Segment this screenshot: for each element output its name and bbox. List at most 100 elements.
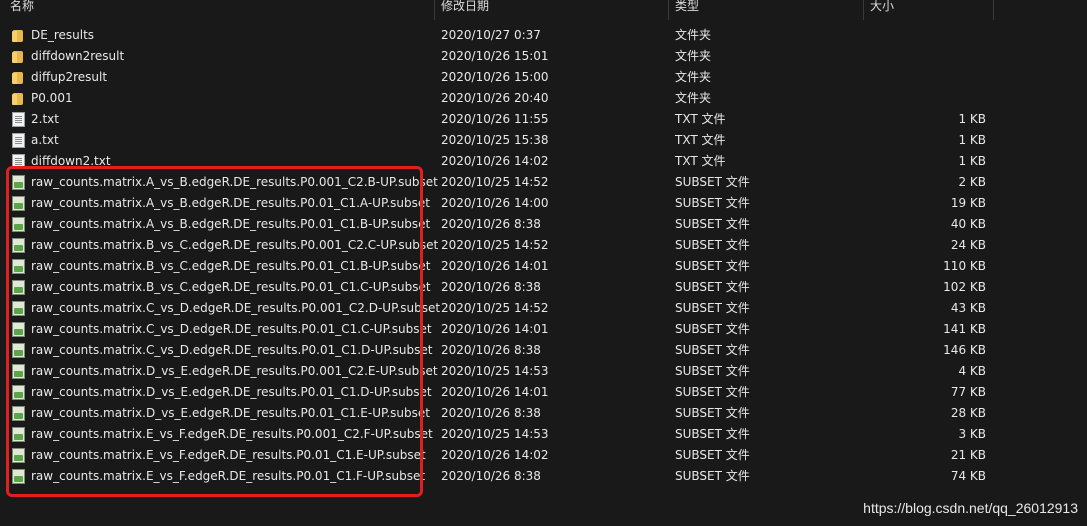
subset-file-icon [12,217,25,232]
file-modified-date: 2020/10/26 8:38 [441,217,541,231]
file-row[interactable]: P0.001 2020/10/26 20:40 文件夹 [0,88,1087,109]
file-size: 24 KB [950,238,986,252]
subset-file-icon [12,469,25,484]
file-row[interactable]: raw_counts.matrix.B_vs_C.edgeR.DE_result… [0,277,1087,298]
file-modified-date: 2020/10/26 14:01 [441,259,549,273]
text-file-icon [12,154,25,169]
file-type: SUBSET 文件 [675,427,750,441]
file-size: 77 KB [950,385,986,399]
column-divider[interactable] [434,0,435,20]
file-row[interactable]: DE_results 2020/10/27 0:37 文件夹 [0,25,1087,46]
file-modified-date: 2020/10/26 15:00 [441,70,549,84]
subset-file-icon [12,364,25,379]
file-type: 文件夹 [675,91,712,105]
file-size: 1 KB [958,112,986,126]
file-row[interactable]: 2.txt 2020/10/26 11:55 TXT 文件 1 KB [0,109,1087,130]
file-name: raw_counts.matrix.B_vs_C.edgeR.DE_result… [31,238,439,252]
file-name: raw_counts.matrix.A_vs_B.edgeR.DE_result… [31,196,430,210]
file-size: 146 KB [943,343,986,357]
file-name: raw_counts.matrix.B_vs_C.edgeR.DE_result… [31,259,431,273]
file-size [880,25,986,46]
file-modified-date: 2020/10/26 14:02 [441,448,549,462]
file-row[interactable]: raw_counts.matrix.E_vs_F.edgeR.DE_result… [0,424,1087,445]
file-row[interactable]: raw_counts.matrix.E_vs_F.edgeR.DE_result… [0,466,1087,487]
column-divider[interactable] [863,0,864,20]
file-size: 110 KB [943,259,986,273]
file-row[interactable]: raw_counts.matrix.D_vs_E.edgeR.DE_result… [0,382,1087,403]
column-header-name[interactable]: 名称 [10,0,34,20]
file-type: SUBSET 文件 [675,448,750,462]
file-modified-date: 2020/10/27 0:37 [441,28,541,42]
file-name: raw_counts.matrix.C_vs_D.edgeR.DE_result… [31,343,433,357]
file-size: 2 KB [958,175,986,189]
file-size [880,67,986,88]
file-type: SUBSET 文件 [675,238,750,252]
file-row[interactable]: raw_counts.matrix.D_vs_E.edgeR.DE_result… [0,403,1087,424]
file-name: DE_results [31,28,95,42]
subset-file-icon [12,259,25,274]
file-size: 4 KB [958,364,986,378]
file-modified-date: 2020/10/26 8:38 [441,280,541,294]
file-modified-date: 2020/10/25 14:52 [441,175,549,189]
folder-icon [12,72,23,84]
file-row[interactable]: raw_counts.matrix.A_vs_B.edgeR.DE_result… [0,193,1087,214]
file-size [880,46,986,67]
file-row[interactable]: raw_counts.matrix.B_vs_C.edgeR.DE_result… [0,235,1087,256]
file-modified-date: 2020/10/26 14:01 [441,322,549,336]
column-header-type[interactable]: 类型 [675,0,699,20]
file-list: DE_results 2020/10/27 0:37 文件夹 diffdown2res… [0,25,1087,487]
file-size: 102 KB [943,280,986,294]
file-type: TXT 文件 [675,112,726,126]
file-row[interactable]: diffdown2result 2020/10/26 15:01 文件夹 [0,46,1087,67]
file-size: 74 KB [950,469,986,483]
file-name: raw_counts.matrix.A_vs_B.edgeR.DE_result… [31,217,431,231]
file-row[interactable]: raw_counts.matrix.E_vs_F.edgeR.DE_result… [0,445,1087,466]
file-type: SUBSET 文件 [675,175,750,189]
file-type: SUBSET 文件 [675,301,750,315]
folder-icon [12,93,23,105]
file-modified-date: 2020/10/26 8:38 [441,406,541,420]
file-type: 文件夹 [675,28,712,42]
file-row[interactable]: a.txt 2020/10/25 15:38 TXT 文件 1 KB [0,130,1087,151]
file-row[interactable]: diffup2result 2020/10/26 15:00 文件夹 [0,67,1087,88]
file-row[interactable]: raw_counts.matrix.A_vs_B.edgeR.DE_result… [0,214,1087,235]
file-modified-date: 2020/10/26 14:02 [441,154,549,168]
subset-file-icon [12,406,25,421]
file-name: raw_counts.matrix.E_vs_F.edgeR.DE_result… [31,427,433,441]
subset-file-icon [12,448,25,463]
file-name: raw_counts.matrix.E_vs_F.edgeR.DE_result… [31,469,426,483]
file-row[interactable]: raw_counts.matrix.C_vs_D.edgeR.DE_result… [0,298,1087,319]
column-header-date[interactable]: 修改日期 [441,0,489,20]
file-name: raw_counts.matrix.C_vs_D.edgeR.DE_result… [31,322,432,336]
file-row[interactable]: raw_counts.matrix.D_vs_E.edgeR.DE_result… [0,361,1087,382]
subset-file-icon [12,196,25,211]
file-type: SUBSET 文件 [675,385,750,399]
subset-file-icon [12,301,25,316]
column-header-size[interactable]: 大小 [870,0,894,20]
file-row[interactable]: raw_counts.matrix.C_vs_D.edgeR.DE_result… [0,319,1087,340]
file-type: SUBSET 文件 [675,280,750,294]
file-row[interactable]: raw_counts.matrix.A_vs_B.edgeR.DE_result… [0,172,1087,193]
file-modified-date: 2020/10/25 15:38 [441,133,549,147]
file-size: 40 KB [950,217,986,231]
file-row[interactable]: raw_counts.matrix.B_vs_C.edgeR.DE_result… [0,256,1087,277]
column-divider[interactable] [993,0,994,20]
file-type: SUBSET 文件 [675,322,750,336]
file-type: SUBSET 文件 [675,343,750,357]
file-size: 28 KB [950,406,986,420]
file-size: 1 KB [958,154,986,168]
file-row[interactable]: diffdown2.txt 2020/10/26 14:02 TXT 文件 1 KB [0,151,1087,172]
column-divider[interactable] [668,0,669,20]
file-row[interactable]: raw_counts.matrix.C_vs_D.edgeR.DE_result… [0,340,1087,361]
file-modified-date: 2020/10/26 11:55 [441,112,549,126]
file-name: diffup2result [31,70,108,84]
file-modified-date: 2020/10/26 8:38 [441,469,541,483]
file-type: SUBSET 文件 [675,196,750,210]
file-modified-date: 2020/10/26 20:40 [441,91,549,105]
file-size: 19 KB [950,196,986,210]
file-name: diffdown2.txt [31,154,111,168]
file-modified-date: 2020/10/26 14:00 [441,196,549,210]
subset-file-icon [12,280,25,295]
file-size: 43 KB [950,301,986,315]
subset-file-icon [12,238,25,253]
